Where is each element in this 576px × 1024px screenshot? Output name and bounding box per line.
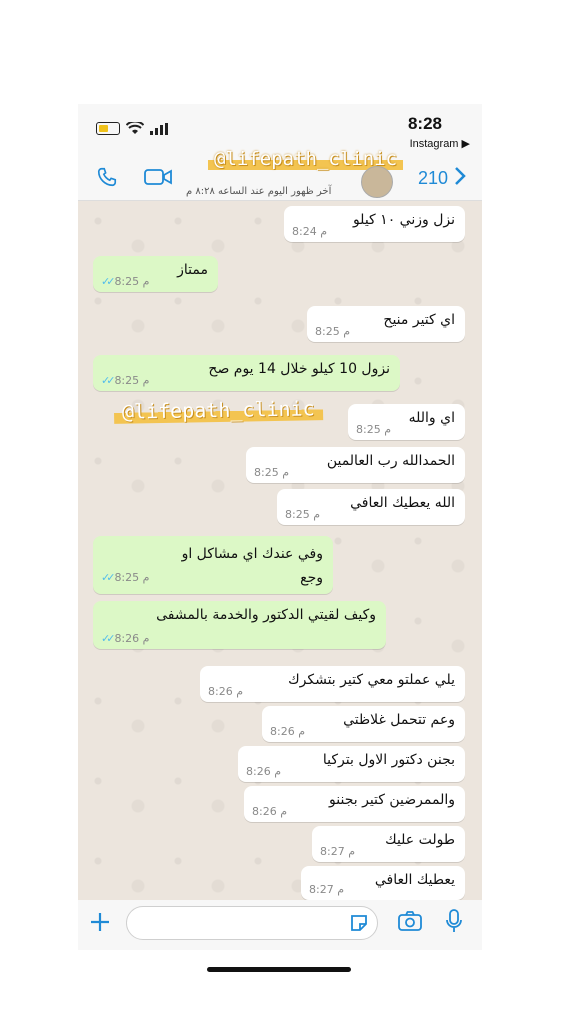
unread-count: 210 [418,168,449,188]
message-bubble: وفي عندك اي مشاكل او وجع ✓✓ 8:25 م [93,536,333,594]
message-text: ممتاز [177,262,208,278]
message-time: 8:26 م [114,632,150,645]
message-bubble: الحمدالله رب العالمين 8:25 م [246,447,465,483]
message-list[interactable]: نزل وزني ١٠ كيلو 8:24 م ممتاز ✓✓ 8:25 م ا… [78,201,482,900]
message-time: 8:26 م [208,685,244,698]
phone-icon[interactable] [96,166,118,188]
message-time: 8:25 م [114,275,150,288]
message-time: 8:25 م [114,374,150,387]
wifi-icon [126,122,144,134]
message-text: اي والله [408,410,455,426]
home-indicator[interactable] [207,967,351,972]
message-text: يعطيك العافي [374,872,455,888]
signal-icon [150,122,168,135]
status-icons [96,122,168,135]
message-bubble: اي كتير منيح 8:25 م [307,306,465,342]
message-time: 8:26 م [270,725,306,738]
message-time: 8:25 م [114,571,150,584]
message-bubble: وكيف لقيتي الدكتور والخدمة بالمشفى ✓✓ 8:2… [93,601,386,649]
message-bubble: اي والله 8:25 م [348,404,465,440]
message-time: 8:24 م [292,225,328,238]
clinic-watermark: @lifepath_clinic [113,396,323,424]
message-text: وكيف لقيتي الدكتور والخدمة بالمشفى [156,607,376,623]
chevron-right-icon[interactable] [453,164,467,188]
message-bubble: طولت عليك 8:27 م [312,826,465,862]
message-bubble: نزل وزني ١٠ كيلو 8:24 م [284,206,465,242]
message-input[interactable] [126,906,378,940]
read-ticks-icon: ✓✓ [101,275,116,288]
message-time: 8:27 م [309,883,345,896]
message-bubble: ممتاز ✓✓ 8:25 م [93,256,218,292]
plus-icon[interactable] [89,911,111,933]
message-text: الله يعطيك العافي [350,495,455,511]
video-icon[interactable] [144,168,172,186]
message-time: 8:26 م [246,765,282,778]
chat-header: @lifepath_clinic آخر ظهور اليوم عند السا… [78,148,482,201]
message-text: بجنن دكتور الاول بتركيا [322,752,455,768]
message-text: طولت عليك [385,832,455,848]
avatar[interactable] [361,166,393,198]
read-ticks-icon: ✓✓ [101,571,116,584]
message-text: نزل وزني ١٠ كيلو [352,212,455,228]
message-time: 8:25 م [315,325,351,338]
message-text: يلي عملتو معي كتير بتشكرك [288,672,455,688]
message-time: 8:26 م [252,805,288,818]
microphone-icon[interactable] [445,909,463,933]
message-time: 8:27 م [320,845,356,858]
message-bubble: والممرضين كتير بجننو 8:26 م [244,786,465,822]
status-bar: 8:28 Instagram ▶ [78,104,482,154]
input-bar [78,900,482,950]
message-bubble: يلي عملتو معي كتير بتشكرك 8:26 م [200,666,465,702]
last-seen-text: آخر ظهور اليوم عند الساعه ٨:٢٨ م [186,186,332,197]
message-bubble: الله يعطيك العافي 8:25 م [277,489,465,525]
message-text: نزول 10 كيلو خلال 14 يوم صح [208,361,390,377]
message-bubble: يعطيك العافي 8:27 م [301,866,465,900]
clock: 8:28 [407,114,442,133]
message-time: 8:25 م [356,423,392,436]
sticker-icon[interactable] [349,913,369,933]
message-bubble: بجنن دكتور الاول بتركيا 8:26 م [238,746,465,782]
message-time: 8:25 م [254,466,290,479]
read-ticks-icon: ✓✓ [101,632,116,645]
message-bubble: نزول 10 كيلو خلال 14 يوم صح ✓✓ 8:25 م [93,355,400,391]
message-text: اي كتير منيح [383,312,455,328]
message-text: وعم تتحمل غلاظتي [343,712,455,728]
battery-icon [96,122,120,135]
message-text: وفي عندك اي مشاكل او وجع [181,546,323,586]
message-text: الحمدالله رب العالمين [326,453,455,469]
read-ticks-icon: ✓✓ [101,374,116,387]
phone-screen: 8:28 Instagram ▶ @lifepath_clinic آخر ظه… [78,104,482,900]
message-text: والممرضين كتير بجننو [329,792,455,808]
back-to-app[interactable]: Instagram ▶ [410,137,470,150]
message-bubble: وعم تتحمل غلاظتي 8:26 م [262,706,465,742]
camera-icon[interactable] [398,911,422,931]
message-time: 8:25 م [285,508,321,521]
